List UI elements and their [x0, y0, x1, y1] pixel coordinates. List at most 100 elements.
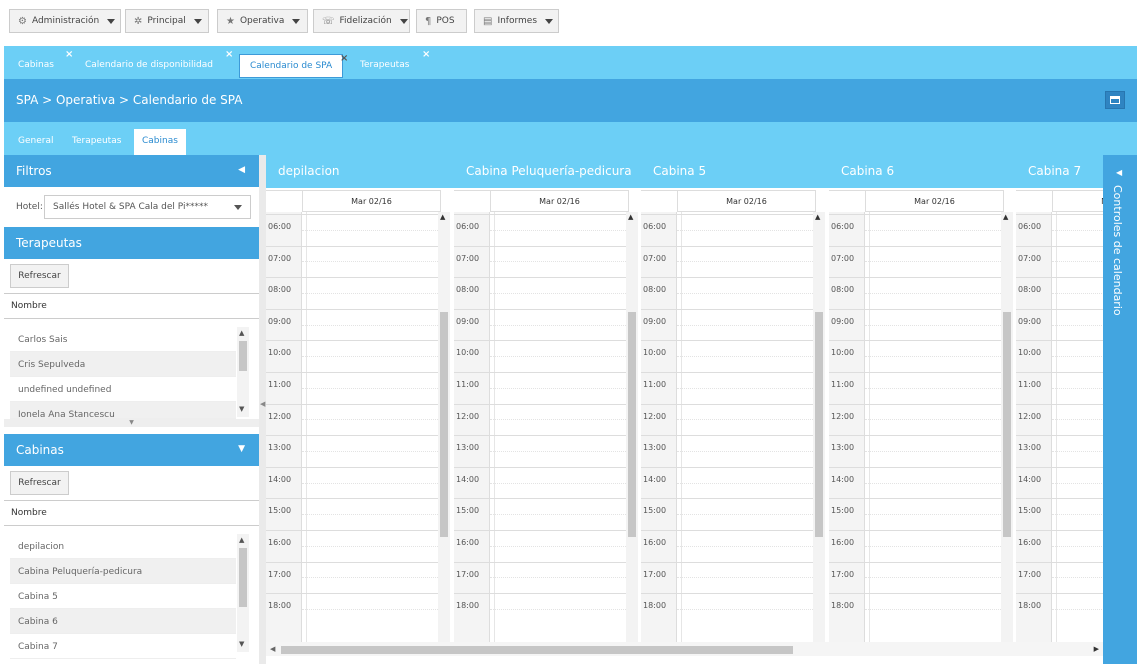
subtab-terapeutas[interactable]: Terapeutas — [64, 129, 129, 155]
column-scrollbar[interactable]: ▲▼ — [1001, 212, 1013, 650]
scroll-thumb[interactable] — [628, 312, 636, 537]
caret-down-icon — [545, 18, 554, 24]
scroll-up-icon[interactable]: ▲ — [815, 213, 820, 221]
half-hour-line — [677, 451, 813, 452]
scroll-up-icon[interactable]: ▲ — [440, 213, 445, 221]
column-scrollbar[interactable]: ▲▼ — [813, 212, 825, 650]
list-item[interactable]: Carlos Sais — [10, 327, 236, 352]
panel-splitter[interactable]: ◀ — [259, 155, 266, 664]
half-hour-line — [865, 261, 1001, 263]
half-hour-line — [865, 324, 1001, 326]
tab-3[interactable]: Terapeutas — [350, 54, 419, 78]
hour-label: 11:00 — [643, 380, 667, 389]
scroll-thumb[interactable] — [1003, 312, 1011, 537]
day-header[interactable]: Mar 02/16 — [677, 190, 816, 212]
hour-label: 16:00 — [643, 538, 667, 547]
scroll-up-icon[interactable]: ▲ — [239, 536, 244, 544]
half-hour-line — [865, 419, 1001, 421]
tab-2[interactable]: Calendario de SPA — [239, 54, 344, 78]
subtab-cabinas[interactable]: Cabinas — [134, 129, 186, 155]
expand-icon[interactable]: ◀ — [1116, 168, 1122, 177]
hour-label: 16:00 — [456, 538, 480, 547]
scroll-up-icon[interactable]: ▲ — [239, 329, 244, 337]
therapists-column-header[interactable]: Nombre — [4, 293, 259, 319]
scroll-up-icon[interactable]: ▲ — [628, 213, 633, 221]
hour-line — [266, 593, 438, 595]
refresh-therapists-button[interactable]: Refrescar — [10, 264, 69, 288]
scroll-thumb[interactable] — [815, 312, 823, 537]
list-item[interactable]: depilacion — [10, 534, 236, 559]
resize-handle[interactable]: ▼ — [4, 419, 259, 427]
list-item[interactable]: Cabina 6 — [10, 609, 236, 634]
scroll-down-icon[interactable]: ▼ — [239, 640, 244, 648]
scroll-thumb[interactable] — [440, 312, 448, 537]
half-hour-line — [865, 545, 1001, 547]
scroll-right-icon[interactable]: ▶ — [1094, 645, 1099, 653]
column-scrollbar[interactable]: ▲▼ — [626, 212, 638, 650]
tab-0[interactable]: Cabinas — [8, 54, 64, 78]
day-header[interactable]: Mar 02/16 — [1052, 190, 1103, 212]
cabins-column-header[interactable]: Nombre — [4, 500, 259, 526]
calendar-area: depilacion Cabina Peluquería-pedicura Cabi… — [266, 155, 1103, 664]
menu-pos-button[interactable]: ¶ POS — [416, 9, 467, 33]
hour-line — [829, 435, 1001, 437]
hotel-select[interactable]: Sallés Hotel & SPA Cala del Pi***** — [44, 195, 251, 219]
hour-line — [829, 561, 1001, 563]
hour-line — [266, 340, 438, 342]
hour-label: 13:00 — [268, 443, 292, 453]
day-corner — [829, 190, 865, 212]
day-header[interactable]: Mar 02/16 — [302, 190, 441, 212]
column-scrollbar[interactable]: ▲▼ — [438, 212, 450, 650]
tab-1[interactable]: Calendario de disponibilidad — [75, 54, 223, 78]
hour-label: 10:00 — [831, 348, 855, 358]
hour-line — [1016, 466, 1103, 468]
hour-label: 17:00 — [643, 569, 667, 579]
close-icon[interactable]: × — [340, 53, 348, 64]
half-hour-line — [302, 514, 438, 516]
therapists-scrollbar[interactable]: ▲ ▼ — [237, 327, 249, 417]
menu-operativa-button[interactable]: ★ Operativa — [217, 9, 308, 33]
close-icon[interactable]: × — [65, 49, 73, 60]
menu-informes-button[interactable]: ▤ Informes — [474, 9, 559, 33]
list-item[interactable]: Ionela Ana Stancescu — [10, 402, 236, 420]
list-item[interactable]: Cabina 7 — [10, 634, 236, 659]
refresh-cabins-button[interactable]: Refrescar — [10, 471, 69, 495]
hour-line — [829, 593, 1001, 595]
collapse-left-icon[interactable]: ◀ — [238, 165, 245, 175]
close-icon[interactable]: × — [225, 49, 233, 60]
half-hour-line — [865, 229, 1001, 231]
half-hour-line — [865, 451, 1001, 452]
half-hour-line — [490, 609, 626, 610]
therapists-header[interactable]: Terapeutas — [4, 227, 259, 259]
cabins-scrollbar[interactable]: ▲ ▼ — [237, 534, 249, 652]
scroll-left-icon[interactable]: ◀ — [270, 645, 275, 653]
list-item[interactable]: Cabina 5 — [10, 584, 236, 609]
day-header[interactable]: Mar 02/16 — [490, 190, 629, 212]
subtab-general[interactable]: General — [10, 129, 61, 155]
menu-fidelizacin-button[interactable]: ☏ Fidelización — [313, 9, 410, 33]
hour-label: 07:00 — [1018, 253, 1042, 263]
hour-label: 12:00 — [643, 411, 667, 421]
hour-label: 15:00 — [643, 506, 667, 516]
cabins-header[interactable]: Cabinas ▼ — [4, 434, 259, 466]
list-item[interactable]: Cabina Peluquería-pedicura — [10, 559, 236, 584]
day-corner — [454, 190, 490, 212]
collapse-down-icon[interactable]: ▼ — [238, 444, 245, 454]
list-item[interactable]: undefined undefined — [10, 377, 236, 402]
close-icon[interactable]: × — [422, 49, 430, 60]
hour-line — [641, 593, 813, 595]
menu-principal-button[interactable]: ✲ Principal — [125, 9, 209, 33]
maximize-button[interactable] — [1105, 91, 1125, 109]
scroll-up-icon[interactable]: ▲ — [1003, 213, 1008, 221]
menu-administracin-button[interactable]: ⚙ Administración — [9, 9, 121, 33]
collapse-arrow-icon[interactable]: ◀ — [260, 400, 265, 408]
list-item[interactable]: Cris Sepulveda — [10, 352, 236, 377]
calendar-controls-panel[interactable]: ◀ Controles de calendario — [1103, 155, 1137, 664]
filters-header[interactable]: Filtros ◀ — [4, 155, 259, 187]
day-header[interactable]: Mar 02/16 — [865, 190, 1004, 212]
spinner-icon: ✲ — [134, 15, 143, 27]
hour-line — [641, 308, 813, 310]
hour-label: 17:00 — [831, 569, 855, 579]
calendar-horizontal-scrollbar[interactable]: ◀ ▶ — [266, 642, 1103, 656]
scroll-down-icon[interactable]: ▼ — [239, 405, 244, 413]
